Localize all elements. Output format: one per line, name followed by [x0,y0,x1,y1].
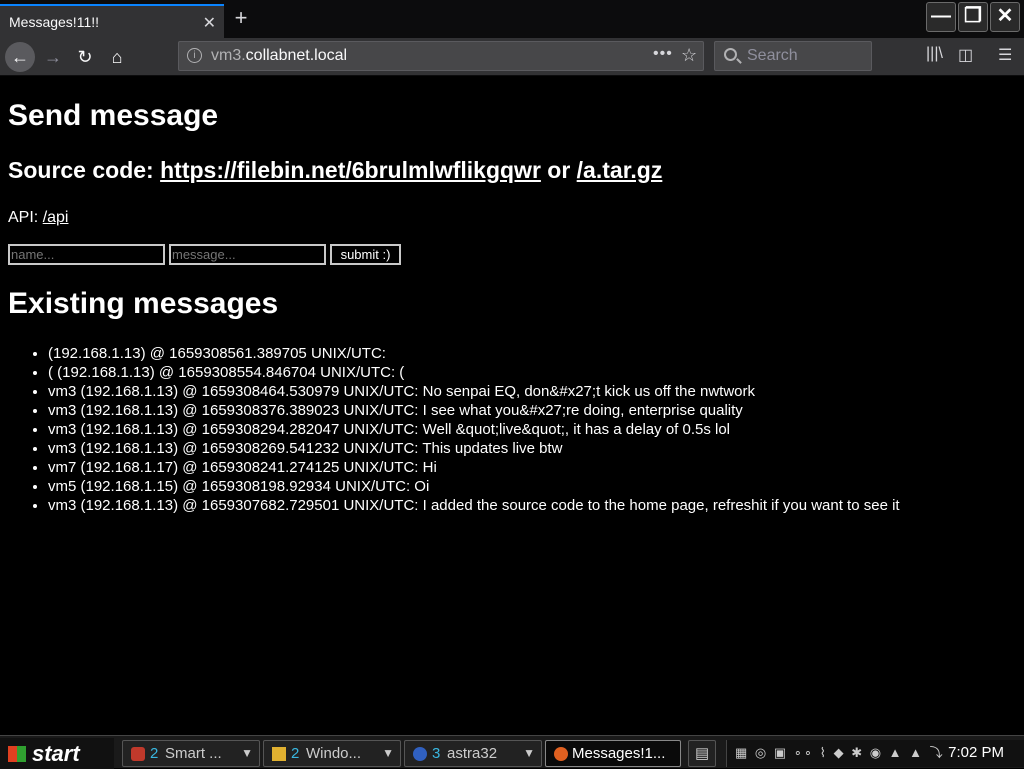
firefox-icon [554,747,568,761]
task-count: 2 [150,745,159,762]
url-prefix: vm3. [211,47,246,64]
search-icon [724,48,737,61]
url-domain: collabnet.local [245,47,348,64]
tar-link[interactable]: /a.tar.gz [577,157,663,183]
api-label: API: [8,209,39,226]
taskbar-item-windows[interactable]: 2 Windo... ▼ [263,740,401,767]
start-button[interactable]: start [0,738,114,769]
task-count: 2 [291,745,300,762]
submit-button[interactable]: submit :) [330,244,401,265]
task-count: 3 [432,745,441,762]
tab-title: Messages!11!! [9,14,100,30]
list-item: ( (192.168.1.13) @ 1659308554.846704 UNI… [48,363,900,382]
url-text: vm3.collabnet.local [211,47,347,65]
back-arrow-icon[interactable]: ← [5,42,35,72]
search-placeholder: Search [747,47,798,64]
sidebar-icon[interactable]: ◫ [958,45,973,65]
shield-icon [131,747,145,761]
page-content: Send message Source code: https://filebi… [0,77,1024,735]
name-input[interactable] [8,244,165,265]
task-label: Windo... [306,745,362,762]
task-label: Smart ... [165,745,222,762]
taskbar-item-astra32[interactable]: 3 astra32 ▼ [404,740,542,767]
list-item: vm3 (192.168.1.13) @ 1659308269.541232 U… [48,439,900,458]
minimize-window-button[interactable]: — [926,2,956,32]
task-label: Messages!1... [572,745,666,762]
site-info-icon[interactable]: i [187,48,202,63]
api-line: API: /api [8,209,68,227]
system-tray: ▦ ◎ ▣ ∘∘ ⌇ ◆ ✱ ◉ ▲ ▲ ⤵ 7:02 PM [726,740,1024,767]
source-link[interactable]: https://filebin.net/6brulmlwflikgqwr [160,157,541,183]
address-bar[interactable]: i vm3.collabnet.local ••• ☆ [178,41,704,71]
reload-icon[interactable]: ↻ [70,42,100,72]
source-label: Source code: [8,157,154,183]
source-or: or [547,157,571,183]
windows-logo-icon [8,746,26,762]
page-title: Send message [8,99,219,132]
chevron-down-icon: ▼ [523,746,535,760]
page-actions-icon[interactable]: ••• [653,45,673,63]
taskbar: start 2 Smart ... ▼ 2 Windo... ▼ 3 astra… [0,735,1024,769]
search-input[interactable]: Search [714,41,872,71]
task-label: astra32 [447,745,498,762]
list-item: vm5 (192.168.1.15) @ 1659308198.92934 UN… [48,477,900,496]
maximize-window-button[interactable]: ❐ [958,2,988,32]
keyboard-icon[interactable]: ▤ [688,740,716,767]
bookmark-star-icon[interactable]: ☆ [681,45,697,66]
messages-list: (192.168.1.13) @ 1659308561.389705 UNIX/… [8,344,900,515]
chevron-down-icon: ▼ [382,746,394,760]
forward-arrow-icon[interactable]: → [38,42,68,72]
library-icon[interactable]: |||\ [926,45,943,63]
messages-heading: Existing messages [8,287,279,320]
clock: 7:02 PM [948,744,1004,761]
close-tab-icon[interactable]: ✕ [203,13,216,33]
start-label: start [32,741,80,766]
source-code-line: Source code: https://filebin.net/6brulml… [8,157,662,184]
chevron-down-icon: ▼ [241,746,253,760]
list-item: vm3 (192.168.1.13) @ 1659308464.530979 U… [48,382,900,401]
home-icon[interactable]: ⌂ [102,42,132,72]
folder-icon [272,747,286,761]
api-link[interactable]: /api [43,209,69,226]
menu-icon[interactable]: ☰ [998,45,1012,65]
list-item: vm7 (192.168.1.17) @ 1659308241.274125 U… [48,458,900,477]
list-item: (192.168.1.13) @ 1659308561.389705 UNIX/… [48,344,900,363]
message-input[interactable] [169,244,326,265]
browser-tab-strip: Messages!11!! ✕ + — ❐ ✕ [0,0,1024,38]
tray-icons[interactable]: ▦ ◎ ▣ ∘∘ ⌇ ◆ ✱ ◉ ▲ ▲ ⤵ [735,742,945,761]
new-tab-icon[interactable]: + [228,6,254,32]
list-item: vm3 (192.168.1.13) @ 1659307682.729501 U… [48,496,900,515]
tab-messages[interactable]: Messages!11!! ✕ [0,4,224,38]
navigation-toolbar: ← → ↻ ⌂ i vm3.collabnet.local ••• ☆ Sear… [0,38,1024,76]
taskbar-item-smart[interactable]: 2 Smart ... ▼ [122,740,260,767]
app-icon [413,747,427,761]
list-item: vm3 (192.168.1.13) @ 1659308294.282047 U… [48,420,900,439]
taskbar-item-messages[interactable]: Messages!1... [545,740,681,767]
list-item: vm3 (192.168.1.13) @ 1659308376.389023 U… [48,401,900,420]
close-window-button[interactable]: ✕ [990,2,1020,32]
